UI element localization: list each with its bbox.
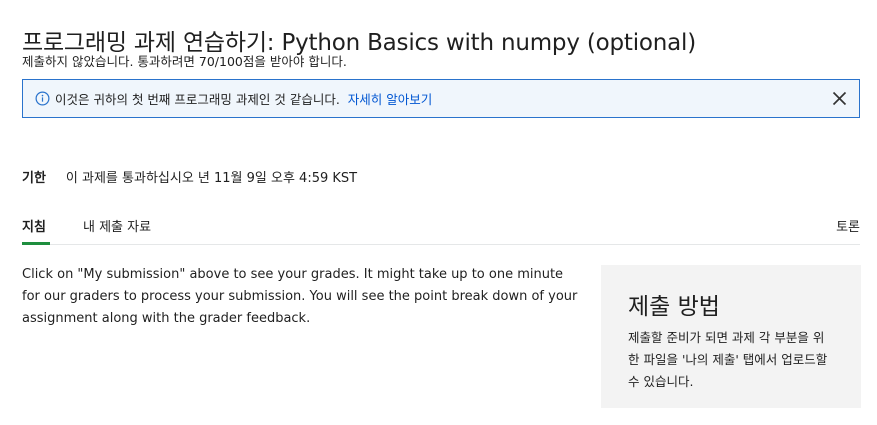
tab-my-submission-label: 내 제출 자료 [83, 220, 152, 235]
how-to-submit-description: 제출할 준비가 되면 과제 각 부분을 위한 파일을 '나의 제출' 탭에서 업… [628, 330, 828, 389]
close-icon[interactable] [831, 90, 848, 107]
instructions-text: Click on "My submission" above to see yo… [22, 267, 578, 326]
active-tab-indicator [22, 242, 50, 245]
deadline: 기한 이 과제를 통과하십시오 년 11월 9일 오후 4:59 KST [22, 167, 357, 186]
learn-more-link[interactable]: 자세히 알아보기 [348, 89, 432, 108]
assignment-page: 프로그래밍 과제 연습하기: Python Basics with numpy … [0, 0, 877, 425]
submission-status: 제출하지 않았습니다. 통과하려면 70/100점을 받아야 합니다. [22, 54, 347, 69]
deadline-value: 이 과제를 통과하십시오 년 11월 9일 오후 4:59 KST [65, 171, 358, 186]
tab-instructions-label: 지침 [22, 220, 46, 235]
banner-message: 이것은 귀하의 첫 번째 프로그래밍 과제인 것 같습니다. [55, 92, 340, 107]
info-banner: 이것은 귀하의 첫 번째 프로그래밍 과제인 것 같습니다. 자세히 알아보기 [22, 79, 860, 118]
tab-my-submission[interactable]: 내 제출 자료 [83, 216, 151, 235]
tab-instructions[interactable]: 지침 [22, 216, 46, 235]
deadline-label: 기한 [22, 171, 46, 186]
tab-discussion[interactable]: 토론 [836, 216, 860, 235]
tab-bar: 지침 내 제출 자료 토론 [22, 205, 860, 245]
info-icon [35, 91, 50, 106]
how-to-submit-title: 제출 방법 [628, 294, 720, 320]
how-to-submit-panel: 제출 방법 제출할 준비가 되면 과제 각 부분을 위한 파일을 '나의 제출'… [601, 265, 861, 408]
